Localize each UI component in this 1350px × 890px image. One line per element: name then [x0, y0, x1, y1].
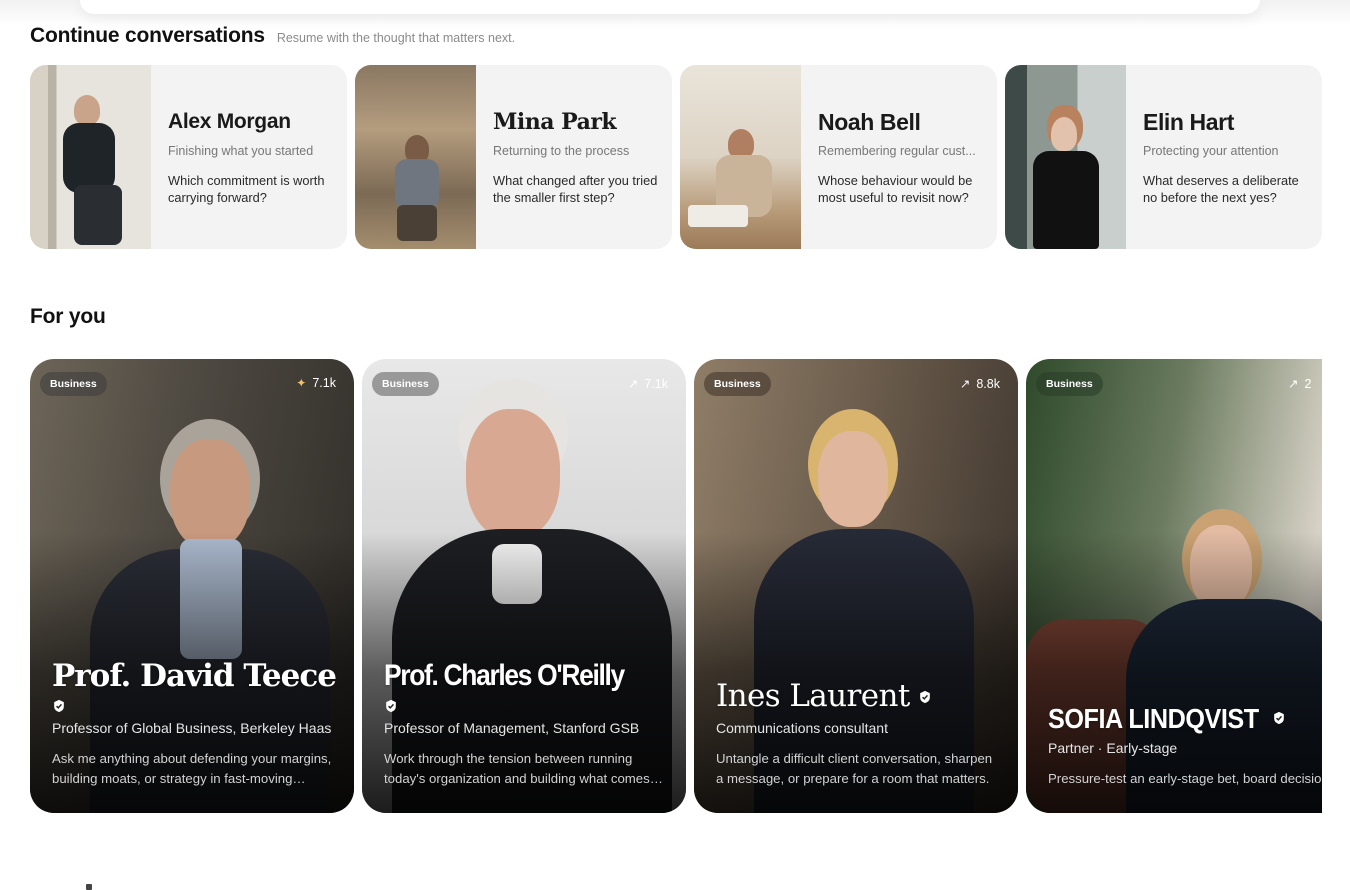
persona-name: Ines Laurent	[716, 678, 910, 715]
prompt-question: Which commitment is worth carrying forwa…	[168, 173, 325, 205]
verified-badge-icon	[1274, 712, 1284, 725]
top-bar	[80, 0, 1260, 14]
verified-badge-icon	[54, 699, 64, 713]
conversation-card-noah-bell[interactable]: Noah Bell Remembering regular cust... Wh…	[680, 65, 997, 249]
stat-value: 2	[1304, 376, 1312, 391]
persona-name: SOFIA LINDQVIST	[1048, 702, 1259, 734]
contact-tagline: Finishing what you started	[168, 144, 314, 158]
popularity-stat: ↗ 2	[1288, 376, 1312, 392]
persona-description: Ask me anything about defending your mar…	[52, 751, 332, 786]
trending-up-icon: ↗	[959, 377, 971, 391]
section-title: For you	[30, 305, 106, 328]
section-title: Continue conversations	[30, 24, 265, 47]
persona-name: Prof. David Teece	[52, 658, 337, 695]
next-section-hint	[86, 884, 92, 890]
stat-value: 7.1k	[644, 376, 668, 391]
contact-tagline: Protecting your attention	[1143, 144, 1279, 158]
trending-up-icon: ↗	[627, 377, 639, 391]
stat-value: 7.1k	[312, 376, 336, 390]
avatar	[355, 65, 476, 249]
persona-card-charles-oreilly[interactable]: Business ↗ 7.1k Prof. Charles O'Reilly P…	[362, 359, 686, 813]
conversation-card-alex-morgan[interactable]: Alex Morgan Finishing what you started W…	[30, 65, 347, 249]
persona-card-sofia-lindqvist[interactable]: Business ↗ 2 SOFIA LINDQVIST Partner · E…	[1026, 359, 1322, 813]
persona-name: Prof. Charles O'Reilly	[384, 658, 625, 692]
popularity-stat: ↗ 7.1k	[627, 376, 668, 392]
section-subtitle: Resume with the thought that matters nex…	[276, 31, 516, 45]
persona-card-ines-laurent[interactable]: Business ↗ 8.8k Ines Laurent Communicati…	[694, 359, 1018, 813]
persona-description: Work through the tension between running…	[384, 751, 650, 786]
persona-description: Untangle a difficult client conversation…	[716, 751, 993, 786]
contact-tagline: Returning to the process	[493, 144, 630, 158]
verified-badge-icon	[386, 699, 396, 713]
avatar	[680, 65, 801, 249]
stat-value: 8.8k	[976, 376, 1000, 391]
contact-name: Elin Hart	[1143, 109, 1234, 135]
conversation-card-elin-hart[interactable]: Elin Hart Protecting your attention What…	[1005, 65, 1322, 249]
persona-card-david-teece[interactable]: Business ✦ 7.1k Prof. David Teece Profes…	[30, 359, 354, 813]
prompt-question: What deserves a deliberate no before the…	[1143, 173, 1299, 205]
prompt-question: Whose behaviour would be most useful to …	[818, 173, 973, 205]
contact-tagline: Remembering regular cust...	[818, 144, 976, 158]
persona-description: Pressure-test an early-stage bet, board …	[1048, 771, 1322, 786]
popularity-stat: ✦ 7.1k	[296, 376, 336, 390]
contact-name: Alex Morgan	[168, 110, 291, 133]
sparkle-icon: ✦	[296, 376, 307, 390]
category-badge: Business	[704, 372, 771, 396]
for-you-carousel[interactable]: Business ✦ 7.1k Prof. David Teece Profes…	[30, 359, 1322, 813]
avatar	[30, 65, 151, 249]
persona-role: Partner · Early-stage	[1048, 740, 1178, 756]
popularity-stat: ↗ 8.8k	[959, 376, 1000, 392]
contact-name: Mina Park	[493, 109, 617, 135]
persona-role: Communications consultant	[716, 720, 888, 736]
verified-badge-icon	[919, 690, 930, 703]
prompt-question: What changed after you tried the smaller…	[493, 173, 658, 205]
category-badge: Business	[372, 372, 439, 396]
continue-section-header: Continue conversations Resume with the t…	[30, 24, 515, 48]
conversation-card-mina-park[interactable]: Mina Park Returning to the process What …	[355, 65, 672, 249]
category-badge: Business	[40, 372, 107, 396]
trending-up-icon: ↗	[1288, 377, 1299, 391]
contact-name: Noah Bell	[818, 109, 921, 135]
category-badge: Business	[1036, 372, 1103, 396]
for-you-section-header: For you	[30, 305, 106, 329]
avatar	[1005, 65, 1126, 249]
continue-conversations-list: Alex Morgan Finishing what you started W…	[30, 65, 1322, 249]
persona-role: Professor of Global Business, Berkeley H…	[52, 720, 332, 736]
persona-role: Professor of Management, Stanford GSB	[384, 720, 640, 736]
